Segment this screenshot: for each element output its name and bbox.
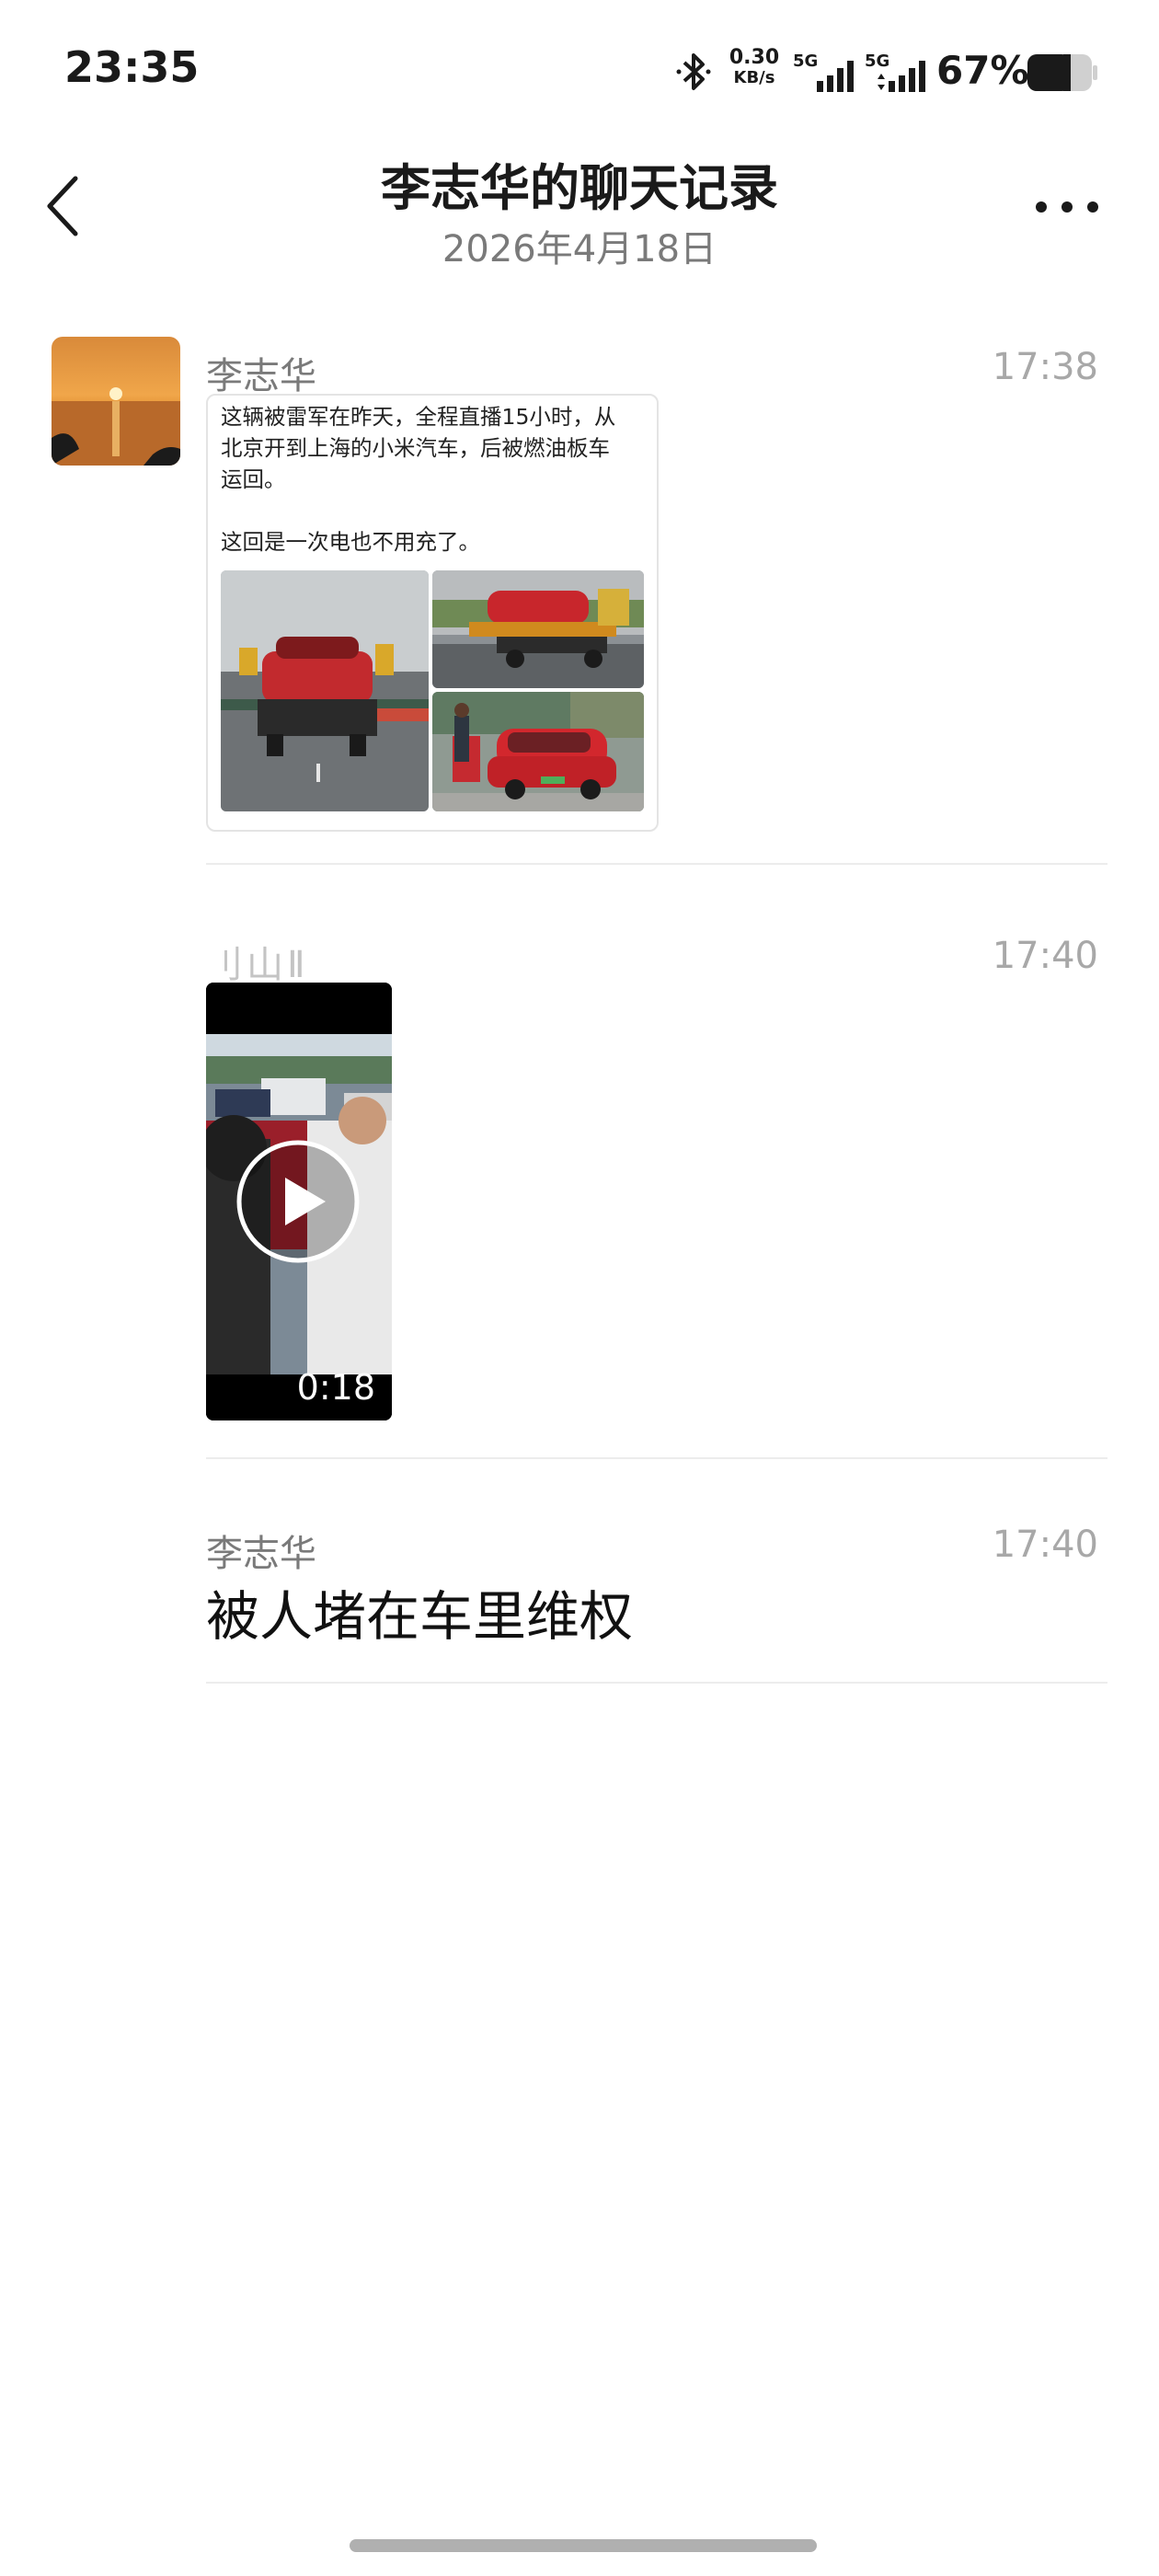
card-image-car-doors-open[interactable] [432,692,644,811]
message-time: 17:38 [992,346,1098,388]
more-dots-icon[interactable] [1030,193,1104,221]
battery-percent: 67% [936,48,1029,93]
bluetooth-icon [676,53,711,90]
message-item: 李志华 17:38 这辆被雷军在昨天，全程直播15小时，从 北京开到上海的小米汽… [0,337,1159,870]
battery-icon [1027,54,1097,91]
sender-name: 李志华 [206,355,316,397]
signal-icon [817,61,854,92]
status-bar: 23:35 0.30 KB/s 5G 5G 67% [0,0,1159,138]
network-speed-unit: KB/s [733,68,775,87]
network-speed-value: 0.30 [729,46,780,69]
message-divider [206,1457,1107,1459]
message-item: 刂山Ⅱ 17:40 0:18 [0,926,1159,1441]
message-time: 17:40 [992,935,1098,977]
message-time: 17:40 [992,1524,1098,1566]
avatar[interactable] [52,337,180,466]
video-message[interactable]: 0:18 [206,983,392,1420]
sender-name: 刂山Ⅱ [206,944,309,986]
sender-name: 李志华 [206,1533,316,1575]
sunset-avatar-image [52,337,180,466]
signal-indicator-1: 5G [793,52,859,92]
card-image-tow-truck-road[interactable] [221,570,429,811]
home-indicator[interactable] [350,2539,817,2552]
page-title: 李志华的聊天记录 [381,159,778,217]
shared-post-card[interactable]: 这辆被雷军在昨天，全程直播15小时，从 北京开到上海的小米汽车，后被燃油板车 运… [206,394,659,832]
message-divider [206,1682,1107,1684]
message-divider [206,863,1107,865]
signal-icon [878,61,925,92]
signal-indicator-2: 5G [865,52,931,92]
video-duration: 0:18 [296,1367,375,1408]
message-text: 被人堵在车里维权 [206,1585,634,1648]
play-icon[interactable] [234,1137,362,1266]
card-image-tow-truck-side[interactable] [432,570,644,688]
chat-date: 2026年4月18日 [442,228,717,270]
status-time: 23:35 [64,42,200,92]
network-speed: 0.30 KB/s [727,48,782,88]
message-item: 李志华 17:40 被人堵在车里维权 [0,1514,1159,1680]
chat-history-header: 李志华的聊天记录 2026年4月18日 [0,138,1159,285]
card-text: 这辆被雷军在昨天，全程直播15小时，从 北京开到上海的小米汽车，后被燃油板车 运… [221,404,616,555]
chevron-left-icon[interactable] [42,173,83,239]
